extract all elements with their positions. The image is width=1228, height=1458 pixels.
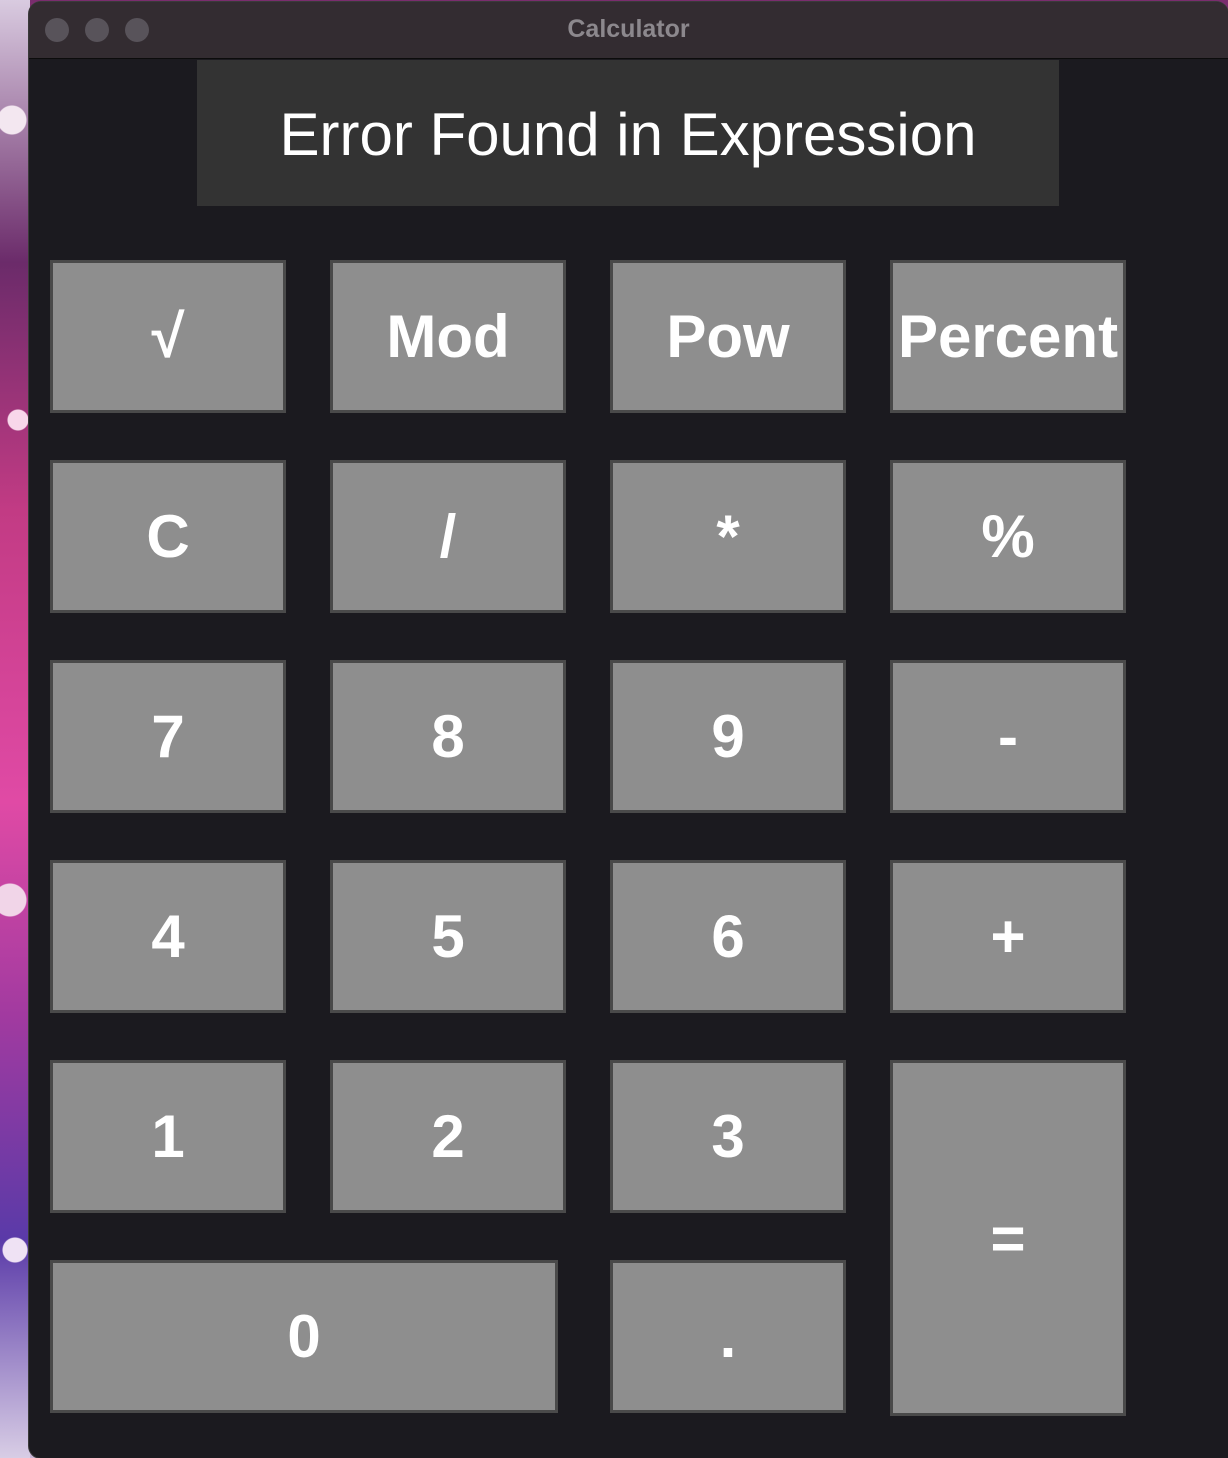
two-button[interactable]: 2 [330,1060,566,1213]
six-button-label: 6 [711,903,745,970]
eight-button[interactable]: 8 [330,660,566,813]
five-button-label: 5 [431,903,465,970]
two-button-label: 2 [431,1103,465,1170]
nine-button[interactable]: 9 [610,660,846,813]
mod-button[interactable]: Mod [330,260,566,413]
percent-word-button[interactable]: Percent [890,260,1126,413]
six-button[interactable]: 6 [610,860,846,1013]
four-button-label: 4 [151,903,185,970]
mod-button-label: Mod [386,303,510,370]
nine-button-label: 9 [711,703,745,770]
multiply-button-label: * [716,503,740,570]
eight-button-label: 8 [431,703,465,770]
calculator-window: Calculator Error Found in Expression √ M… [29,2,1228,1458]
decimal-button-label: . [719,1303,737,1370]
result-display: Error Found in Expression [197,60,1059,206]
zero-button[interactable]: 0 [50,1260,558,1413]
percent-symbol-button[interactable]: % [890,460,1126,613]
plus-button-label: + [990,903,1026,970]
multiply-button[interactable]: * [610,460,846,613]
five-button[interactable]: 5 [330,860,566,1013]
three-button-label: 3 [711,1103,745,1170]
four-button[interactable]: 4 [50,860,286,1013]
clear-button[interactable]: C [50,460,286,613]
minus-button[interactable]: - [890,660,1126,813]
equals-button-label: = [990,1204,1026,1272]
three-button[interactable]: 3 [610,1060,846,1213]
one-button-label: 1 [151,1103,185,1170]
decimal-button[interactable]: . [610,1260,846,1413]
sqrt-button[interactable]: √ [50,260,286,413]
zero-button-label: 0 [287,1303,321,1370]
divide-button-label: / [439,503,457,570]
percent-symbol-button-label: % [981,503,1035,570]
divide-button[interactable]: / [330,460,566,613]
sqrt-button-label: √ [151,303,185,370]
percent-word-button-label: Percent [897,303,1119,370]
window-title: Calculator [567,15,690,43]
desktop-background [0,0,30,1458]
clear-button-label: C [146,503,190,570]
plus-button[interactable]: + [890,860,1126,1013]
minus-button-label: - [998,703,1018,770]
equals-button[interactable]: = [890,1060,1126,1416]
pow-button[interactable]: Pow [610,260,846,413]
seven-button[interactable]: 7 [50,660,286,813]
pow-button-label: Pow [666,303,790,370]
one-button[interactable]: 1 [50,1060,286,1213]
seven-button-label: 7 [151,703,185,770]
title-bar[interactable]: Calculator [29,2,1228,59]
